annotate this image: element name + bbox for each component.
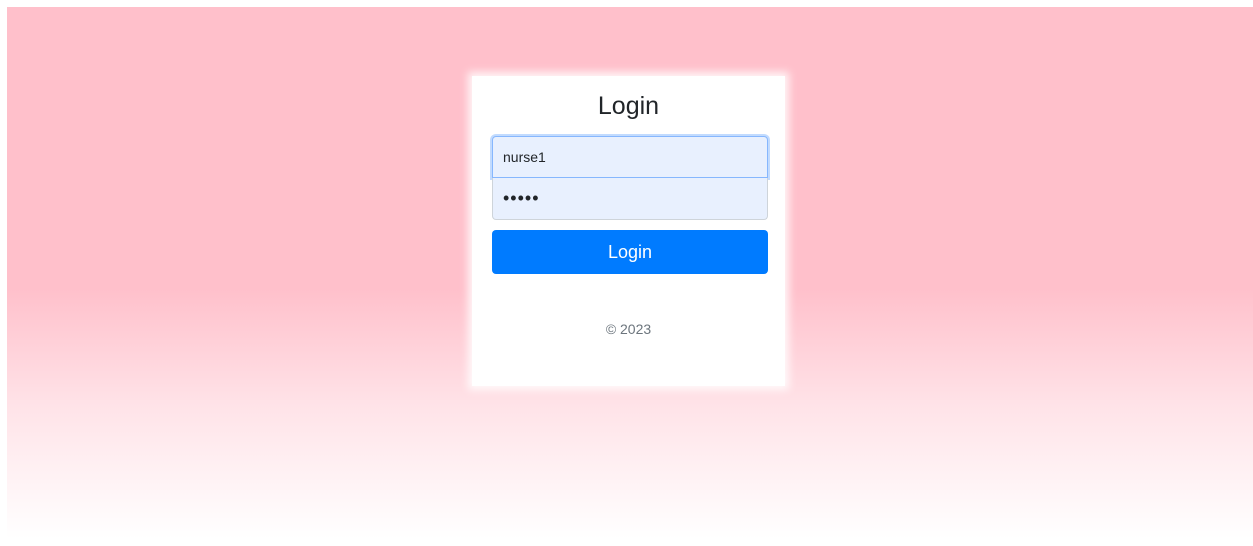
username-input[interactable] [492,136,768,178]
login-title: Login [597,92,660,120]
login-card: Login Login © 2023 [472,76,785,386]
page-background: Login Login © 2023 [7,7,1253,539]
password-input[interactable] [492,178,768,220]
login-button[interactable]: Login [492,230,768,274]
copyright-footer: © 2023 [605,321,652,337]
